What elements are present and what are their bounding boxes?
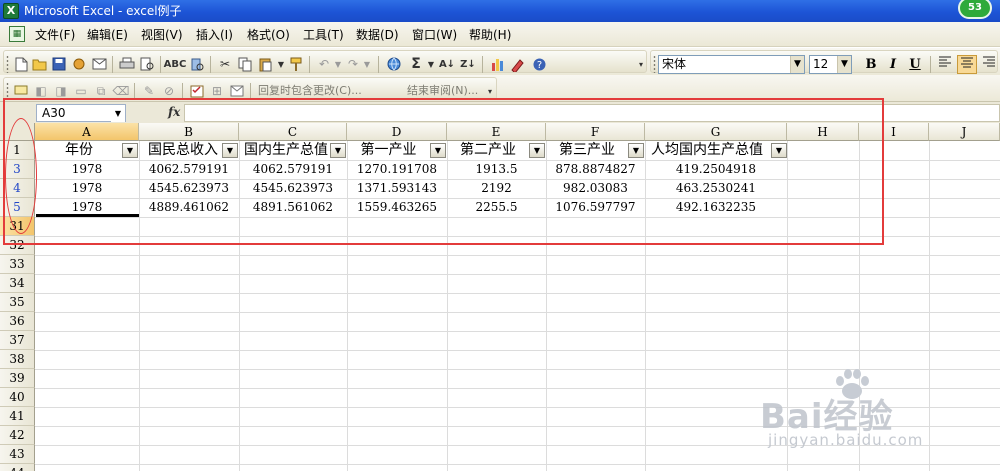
column-header-j[interactable]: J — [929, 123, 1000, 141]
row-header-40[interactable]: 40 — [0, 388, 35, 407]
end-review-button[interactable]: 结束审阅(N)... — [407, 84, 478, 98]
menu-data[interactable]: 数据(D) — [356, 27, 399, 43]
font-name-value: 宋体 — [662, 57, 687, 71]
menu-view[interactable]: 视图(V) — [141, 27, 183, 43]
row-header-39[interactable]: 39 — [0, 369, 35, 388]
bold-button[interactable]: B — [861, 55, 881, 74]
email-icon[interactable] — [90, 55, 108, 73]
toolbar-gripper[interactable] — [653, 55, 656, 73]
underline-button[interactable]: U — [905, 55, 925, 74]
watermark-site: jingyan.baidu.com — [768, 431, 924, 449]
new-document-icon[interactable] — [12, 55, 30, 73]
chevron-down-icon[interactable]: ▼ — [837, 56, 851, 73]
row-header-43[interactable]: 43 — [0, 445, 35, 464]
standard-toolbar: ABC ✂ ▼ ↶ ▼ ↷ ▼ Σ ▼ A↓ Z↓ ? ▾ 宋体 ▼ 12 ▼ … — [0, 48, 1000, 75]
align-right-icon[interactable] — [979, 55, 999, 74]
gridline — [35, 255, 1000, 256]
drawing-icon[interactable] — [509, 55, 527, 73]
chart-wizard-icon[interactable] — [489, 55, 507, 73]
sort-descending-icon[interactable]: Z↓ — [459, 55, 477, 73]
annotation-highlight-box — [3, 98, 884, 245]
menu-window[interactable]: 窗口(W) — [412, 27, 457, 43]
cut-icon[interactable]: ✂ — [216, 55, 234, 73]
redo-dropdown-icon[interactable]: ▼ — [358, 55, 376, 73]
notification-badge[interactable]: 53 — [958, 0, 992, 19]
svg-text:?: ? — [536, 60, 541, 71]
gridline — [35, 312, 1000, 313]
toolbar-separator — [930, 56, 931, 73]
title-bar: X Microsoft Excel - excel例子 53 — [0, 0, 1000, 22]
standard-toolbar-group: ABC ✂ ▼ ↶ ▼ ↷ ▼ Σ ▼ A↓ Z↓ ? ▾ — [3, 50, 647, 73]
toolbar-separator — [112, 56, 113, 73]
menu-edit[interactable]: 编辑(E) — [87, 27, 128, 43]
hyperlink-icon[interactable] — [385, 55, 403, 73]
chevron-down-icon[interactable]: ▼ — [790, 56, 804, 73]
excel-app-icon[interactable]: X — [3, 3, 19, 19]
gridline — [35, 350, 1000, 351]
menu-bar: ▦ 文件(F) 编辑(E) 视图(V) 插入(I) 格式(O) 工具(T) 数据… — [0, 22, 1000, 47]
copy-icon[interactable] — [236, 55, 254, 73]
print-icon[interactable] — [118, 55, 136, 73]
menu-file[interactable]: 文件(F) — [35, 27, 75, 43]
window-title: Microsoft Excel - excel例子 — [24, 4, 182, 18]
open-folder-icon[interactable] — [31, 55, 49, 73]
toolbar-separator — [378, 56, 379, 73]
font-size-select[interactable]: 12 ▼ — [809, 55, 852, 74]
align-left-icon[interactable] — [935, 55, 955, 74]
help-icon[interactable]: ? — [530, 55, 548, 73]
row-header-36[interactable]: 36 — [0, 312, 35, 331]
row-header-33[interactable]: 33 — [0, 255, 35, 274]
gridline — [35, 274, 1000, 275]
toolbar-separator — [309, 56, 310, 73]
research-icon[interactable] — [188, 55, 206, 73]
reviewing-toolbar-group: ◧ ◨ ▭ ⧉ ⌫ ✎ ⊘ ⊞ 回复时包含更改(C)... 结束审阅(N)...… — [3, 77, 497, 100]
row-header-34[interactable]: 34 — [0, 274, 35, 293]
toolbar-gripper[interactable] — [6, 55, 9, 73]
toolbar-separator — [160, 56, 161, 73]
gridline — [35, 331, 1000, 332]
menu-help[interactable]: 帮助(H) — [469, 27, 511, 43]
row-header-41[interactable]: 41 — [0, 407, 35, 426]
save-icon[interactable] — [50, 55, 68, 73]
format-painter-icon[interactable] — [287, 55, 305, 73]
annotation-row-ellipse — [5, 118, 37, 234]
print-preview-icon[interactable] — [138, 55, 156, 73]
row-header-35[interactable]: 35 — [0, 293, 35, 312]
font-size-value: 12 — [813, 57, 829, 71]
baidu-jingyan-watermark: Bai经验 jingyan.baidu.com — [760, 355, 1000, 465]
menu-tools[interactable]: 工具(T) — [303, 27, 344, 43]
permission-icon[interactable] — [70, 55, 88, 73]
row-header-44[interactable]: 44 — [0, 464, 35, 471]
row-header-37[interactable]: 37 — [0, 331, 35, 350]
align-center-icon[interactable] — [957, 55, 977, 74]
workbook-icon[interactable]: ▦ — [9, 26, 25, 42]
font-name-select[interactable]: 宋体 ▼ — [658, 55, 805, 74]
sort-ascending-icon[interactable]: A↓ — [438, 55, 456, 73]
toolbar-separator — [210, 56, 211, 73]
reply-with-changes-button[interactable]: 回复时包含更改(C)... — [258, 84, 362, 98]
row-header-38[interactable]: 38 — [0, 350, 35, 369]
row-header-42[interactable]: 42 — [0, 426, 35, 445]
menu-insert[interactable]: 插入(I) — [196, 27, 233, 43]
gridline — [35, 293, 1000, 294]
spelling-icon[interactable]: ABC — [164, 55, 187, 73]
toolbar-separator — [482, 56, 483, 73]
menu-format[interactable]: 格式(O) — [247, 27, 290, 43]
formatting-toolbar-group: 宋体 ▼ 12 ▼ B I U — [650, 50, 999, 74]
toolbar-options-icon[interactable]: ▾ — [637, 55, 645, 73]
italic-button[interactable]: I — [883, 55, 903, 74]
